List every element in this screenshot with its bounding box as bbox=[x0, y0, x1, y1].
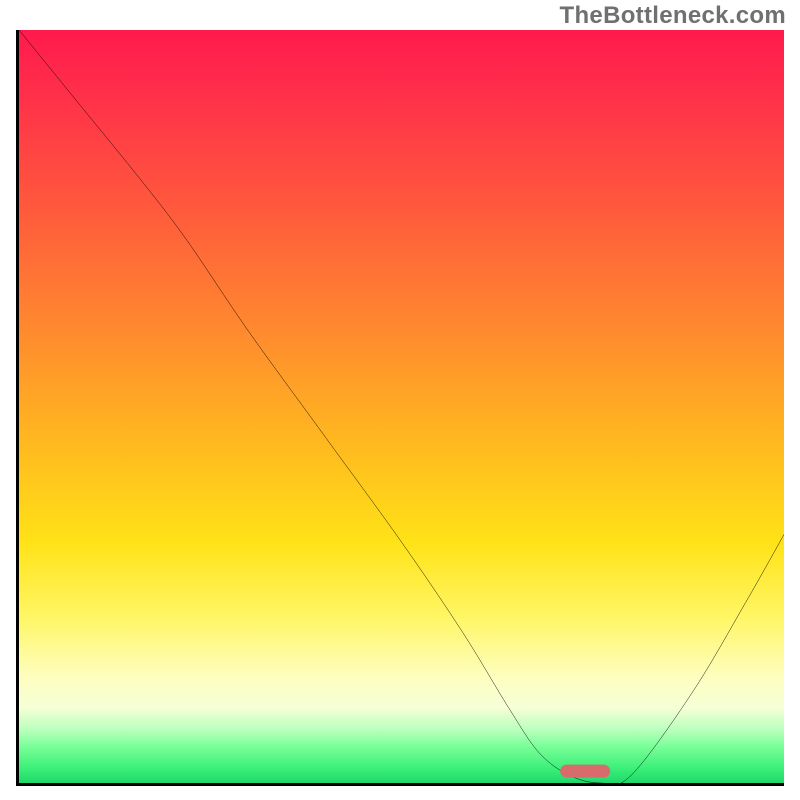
chart-curve-svg bbox=[19, 30, 784, 783]
optimal-marker bbox=[560, 765, 610, 778]
chart-plot-area bbox=[19, 30, 784, 783]
watermark-text: TheBottleneck.com bbox=[560, 2, 786, 30]
bottleneck-curve-path bbox=[19, 30, 784, 783]
